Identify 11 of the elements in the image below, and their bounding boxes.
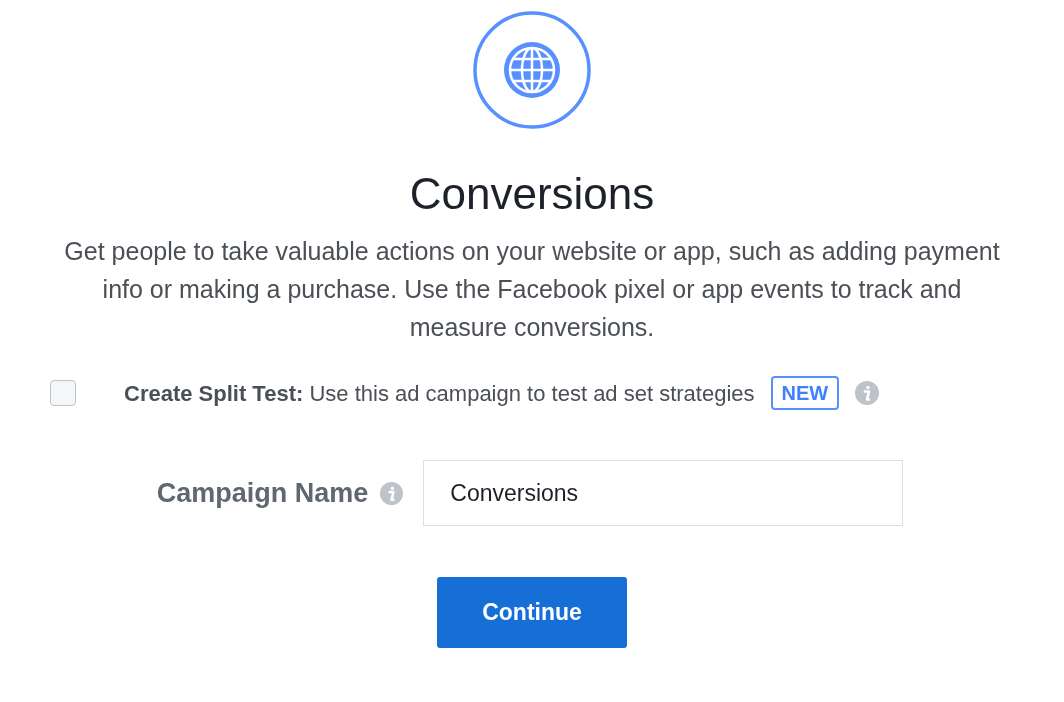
info-icon[interactable] [855,381,880,405]
globe-icon [472,10,592,130]
campaign-name-field[interactable]: Conversions [423,460,904,526]
info-icon[interactable] [380,481,404,505]
campaign-name-label: Campaign Name [156,476,369,510]
continue-button[interactable]: Continue [437,577,627,648]
split-test-checkbox[interactable] [50,380,76,406]
objective-title: Conversions [409,168,655,220]
split-test-label: Create Split Test: Use this ad campaign to test ad set strategies [124,379,755,408]
objective-description: Get people to take valuable actions on your website or app, such as adding payment info or making a purchase. Use the Facebook pixel or app events to track and measure conversions. [63,236,1001,343]
new-badge: NEW [770,376,840,410]
